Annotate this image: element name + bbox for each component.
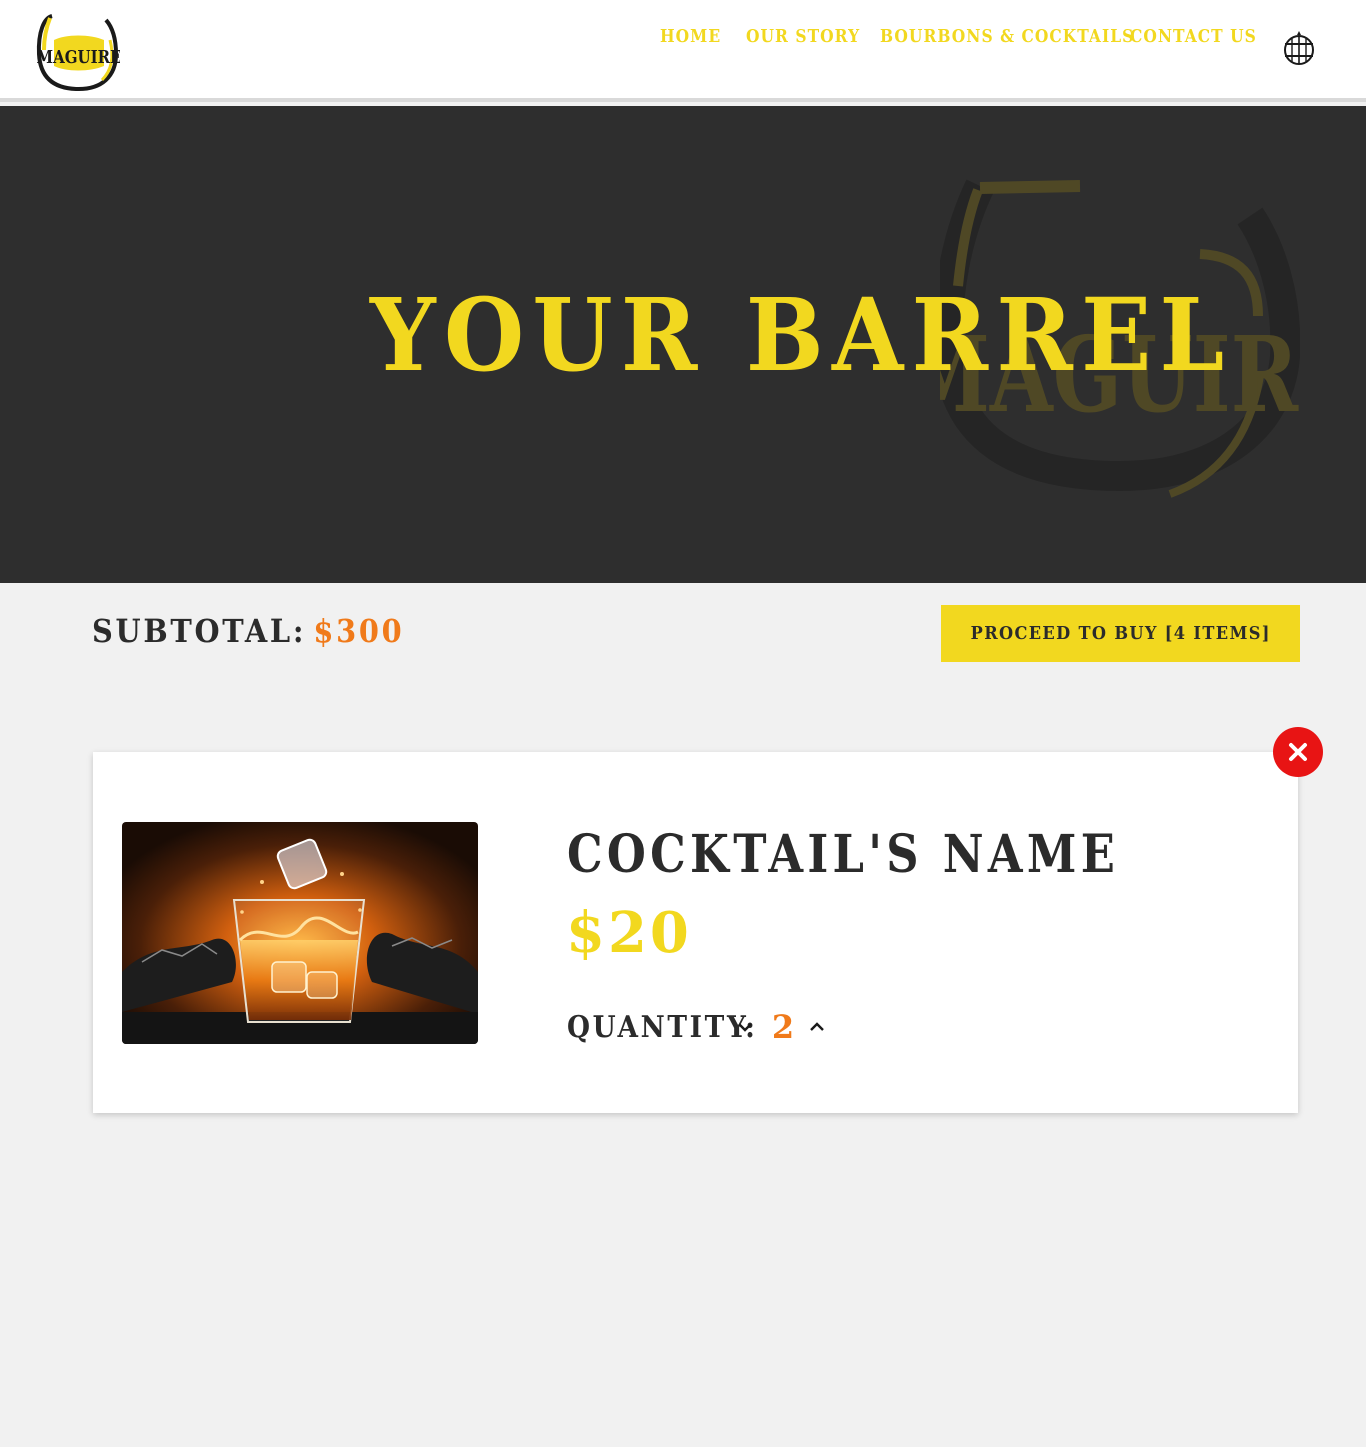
nav-bourbons-cocktails[interactable]: BOURBONS & COCKTAILS (880, 26, 1134, 47)
quantity-value[interactable]: 2 (771, 1008, 795, 1046)
barrel-icon[interactable] (1282, 30, 1316, 66)
hero-banner: MAGUIRE YOUR BARREL (0, 106, 1366, 583)
subtotal: SUBTOTAL: $300 (92, 612, 404, 650)
nav-contact-us[interactable]: CONTACT US (1130, 26, 1257, 47)
page-title: YOUR BARREL (370, 276, 1233, 394)
subtotal-value: $300 (313, 612, 405, 650)
nav-our-story[interactable]: OUR STORY (746, 26, 860, 47)
product-price: $20 (566, 900, 692, 966)
nav-home[interactable]: HOME (660, 26, 721, 47)
chevron-down-icon[interactable] (737, 1019, 753, 1035)
quantity-label: QUANTITY: (567, 1010, 758, 1045)
close-icon (1289, 743, 1307, 761)
subtotal-label: SUBTOTAL: (92, 612, 307, 650)
remove-item-button[interactable] (1273, 727, 1323, 777)
cart-item-card: COCKTAIL'S NAME $20 QUANTITY: 2 (93, 752, 1298, 1113)
chevron-up-icon[interactable] (809, 1019, 825, 1035)
logo[interactable]: MAGUIRE (36, 10, 121, 92)
site-header: MAGUIRE HOME OUR STORY BOURBONS & COCKTA… (0, 0, 1366, 102)
maguire-logo-icon: MAGUIRE (37, 14, 121, 92)
proceed-to-buy-label: PROCEED TO BUY [4 ITEMS] (970, 623, 1271, 644)
product-name: COCKTAIL'S NAME (567, 824, 1120, 885)
proceed-to-buy-button[interactable]: PROCEED TO BUY [4 ITEMS] (941, 605, 1300, 662)
product-image (122, 822, 478, 1044)
svg-text:MAGUIRE: MAGUIRE (37, 45, 120, 67)
